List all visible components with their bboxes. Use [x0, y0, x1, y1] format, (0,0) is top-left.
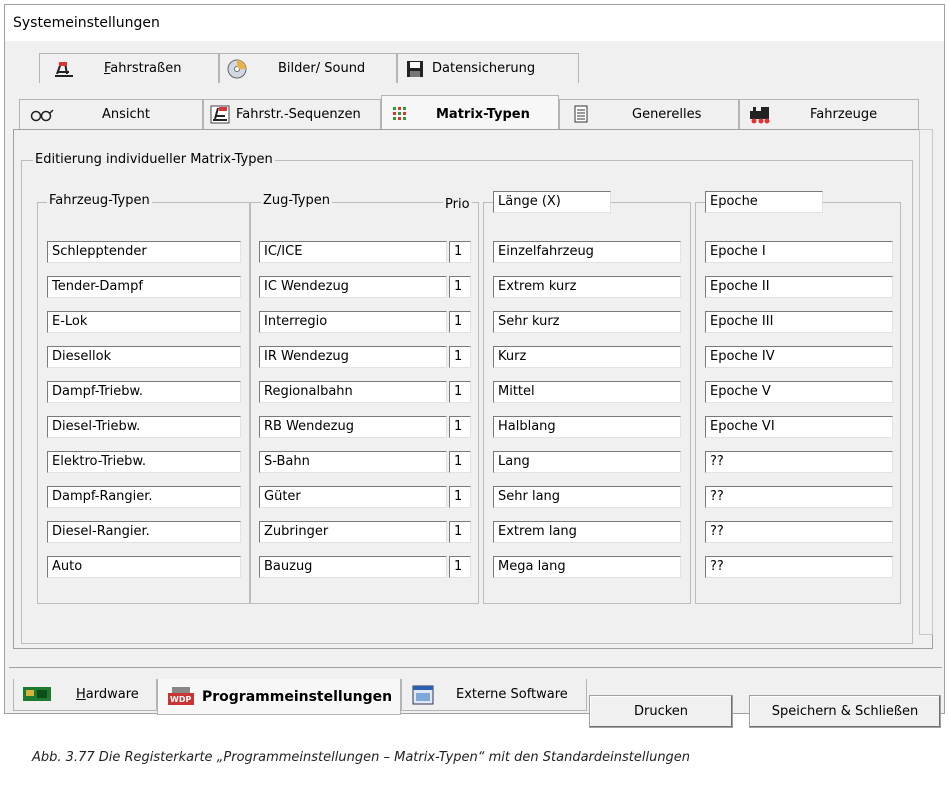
glasses-icon — [30, 109, 54, 122]
tab-label: Datensicherung — [432, 61, 536, 76]
program-settings-icon: WDP — [168, 687, 194, 705]
vehicle-type-field[interactable]: Dampf-Triebw. — [47, 381, 241, 403]
epoch-type-field[interactable]: Epoche III — [705, 311, 893, 333]
external-software-icon — [412, 685, 434, 705]
document-icon — [574, 105, 588, 123]
settings-dialog: Systemeinstellungen Fahrstraßen Bilder/ … — [4, 4, 945, 728]
cd-icon — [227, 59, 247, 79]
epoch-type-field[interactable]: Epoche IV — [705, 346, 893, 368]
train-type-field[interactable]: Regionalbahn — [259, 381, 447, 403]
prio-field[interactable]: 1 — [449, 556, 471, 578]
prio-field[interactable]: 1 — [449, 451, 471, 473]
train-type-field[interactable]: Zubringer — [259, 521, 447, 543]
tab-ansicht[interactable]: Ansicht — [19, 99, 203, 129]
tab-datensicherung[interactable]: Datensicherung — [397, 53, 579, 83]
prio-label: Prio — [443, 197, 472, 212]
train-type-field[interactable]: IR Wendezug — [259, 346, 447, 368]
page-edge — [919, 129, 933, 635]
tab-label: Ansicht — [102, 107, 151, 122]
tab-label: Fahrstr.-Sequenzen — [236, 107, 361, 122]
svg-text:WDP: WDP — [170, 695, 191, 704]
tab-label: Bilder/ Sound — [278, 61, 366, 76]
train-type-field[interactable]: IC Wendezug — [259, 276, 447, 298]
prio-field[interactable]: 1 — [449, 486, 471, 508]
prio-field[interactable]: 1 — [449, 416, 471, 438]
locomotive-icon — [750, 107, 770, 124]
length-type-field[interactable]: Sehr kurz — [493, 311, 681, 333]
vehicle-type-field[interactable]: Diesel-Rangier. — [47, 521, 241, 543]
train-type-field[interactable]: Güter — [259, 486, 447, 508]
tab-fahrstrassen[interactable]: Fahrstraßen — [39, 53, 219, 83]
floppy-disk-icon — [407, 61, 423, 77]
epoch-type-field[interactable]: ?? — [705, 486, 893, 508]
train-type-field[interactable]: Bauzug — [259, 556, 447, 578]
length-type-field[interactable]: Mittel — [493, 381, 681, 403]
tab-hardware[interactable]: Hardware — [13, 679, 157, 711]
title-bar: Systemeinstellungen — [5, 5, 944, 41]
tab-label: Programmeinstellungen — [202, 689, 393, 705]
train-type-field[interactable]: RB Wendezug — [259, 416, 447, 438]
epoch-title-field[interactable]: Epoche — [705, 191, 823, 213]
tab-label: Externe Software — [456, 687, 568, 702]
tab-label: Generelles — [632, 107, 702, 122]
vehicle-type-field[interactable]: Schlepptender — [47, 241, 241, 263]
train-type-field[interactable]: IC/ICE — [259, 241, 447, 263]
prio-field[interactable]: 1 — [449, 311, 471, 333]
vehicle-type-field[interactable]: Tender-Dampf — [47, 276, 241, 298]
figure-caption: Abb. 3.77 Die Registerkarte „Programmein… — [32, 750, 691, 765]
tab-matrix-typen[interactable]: Matrix-Typen — [381, 95, 559, 129]
tab-label: Fahrstraßen — [104, 61, 182, 76]
length-type-field[interactable]: Lang — [493, 451, 681, 473]
main-group-title: Editierung individueller Matrix-Typen — [33, 152, 275, 167]
vehicle-type-field[interactable]: Diesellok — [47, 346, 241, 368]
tab-programmeinstellungen[interactable]: WDP Programmeinstellungen — [157, 679, 401, 715]
length-title-field[interactable]: Länge (X) — [493, 191, 611, 213]
tab-bilder-sound[interactable]: Bilder/ Sound — [219, 53, 397, 83]
tab-fahrstr-sequenzen[interactable]: Fahrstr.-Sequenzen — [203, 99, 381, 129]
length-type-field[interactable]: Einzelfahrzeug — [493, 241, 681, 263]
route-icon — [55, 62, 73, 77]
tab-fahrzeuge[interactable]: Fahrzeuge — [739, 99, 919, 129]
vehicle-type-field[interactable]: Diesel-Triebw. — [47, 416, 241, 438]
epoch-type-field[interactable]: ?? — [705, 521, 893, 543]
tab-label: Fahrzeuge — [810, 107, 878, 122]
prio-field[interactable]: 1 — [449, 521, 471, 543]
length-type-field[interactable]: Sehr lang — [493, 486, 681, 508]
window-title: Systemeinstellungen — [13, 15, 160, 31]
tab-label: Matrix-Typen — [436, 107, 530, 122]
save-close-button[interactable]: Speichern & Schließen — [749, 695, 941, 728]
length-type-field[interactable]: Extrem lang — [493, 521, 681, 543]
epoch-type-field[interactable]: Epoche II — [705, 276, 893, 298]
prio-field[interactable]: 1 — [449, 346, 471, 368]
bottom-separator — [9, 667, 942, 668]
hardware-board-icon — [23, 687, 51, 701]
epoch-type-field[interactable]: ?? — [705, 451, 893, 473]
tab-generelles[interactable]: Generelles — [559, 99, 739, 129]
length-type-field[interactable]: Mega lang — [493, 556, 681, 578]
epoch-type-field[interactable]: Epoche I — [705, 241, 893, 263]
length-type-field[interactable]: Halblang — [493, 416, 681, 438]
matrix-icon — [393, 107, 406, 120]
epoch-type-field[interactable]: Epoche VI — [705, 416, 893, 438]
vehicle-types-title: Fahrzeug-Typen — [47, 193, 152, 208]
vehicle-type-field[interactable]: E-Lok — [47, 311, 241, 333]
print-button[interactable]: Drucken — [589, 695, 733, 728]
sequence-icon — [210, 105, 230, 124]
train-type-field[interactable]: Interregio — [259, 311, 447, 333]
epoch-type-field[interactable]: Epoche V — [705, 381, 893, 403]
tab-label: Hardware — [76, 687, 139, 702]
train-type-field[interactable]: S-Bahn — [259, 451, 447, 473]
train-types-title: Zug-Typen — [261, 193, 332, 208]
prio-field[interactable]: 1 — [449, 381, 471, 403]
vehicle-type-field[interactable]: Dampf-Rangier. — [47, 486, 241, 508]
length-type-field[interactable]: Kurz — [493, 346, 681, 368]
vehicle-type-field[interactable]: Elektro-Triebw. — [47, 451, 241, 473]
prio-field[interactable]: 1 — [449, 241, 471, 263]
prio-field[interactable]: 1 — [449, 276, 471, 298]
epoch-type-field[interactable]: ?? — [705, 556, 893, 578]
length-type-field[interactable]: Extrem kurz — [493, 276, 681, 298]
tab-externe-software[interactable]: Externe Software — [401, 679, 587, 711]
vehicle-type-field[interactable]: Auto — [47, 556, 241, 578]
